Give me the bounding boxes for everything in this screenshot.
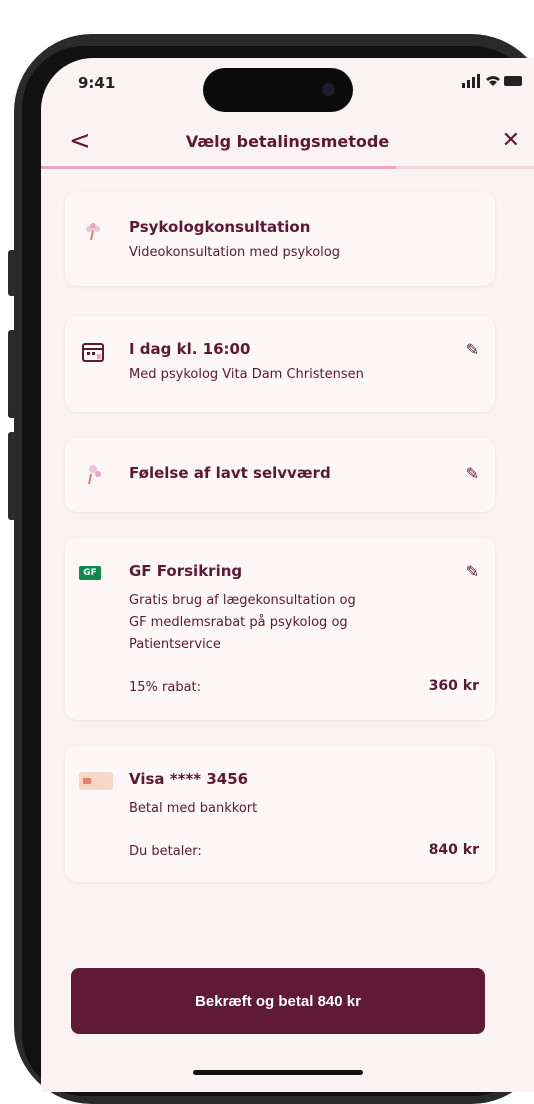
card-title: GF Forsikring (129, 562, 243, 580)
card-subtitle: Med psykolog Vita Dam Christensen (129, 367, 364, 382)
discount-value: 360 kr (428, 678, 479, 694)
status-bar: 9:41 (41, 58, 534, 118)
card-subtitle: Betal med bankkort (129, 801, 258, 816)
screen: 9:41 < Vælg betalingsmetode ✕ Psykologko… (41, 58, 534, 1092)
progress-bar (41, 166, 534, 169)
card-line: Patientservice (129, 637, 221, 652)
phone-side-button (8, 250, 16, 296)
edit-icon[interactable]: ✎ (466, 340, 479, 359)
appointment-card[interactable]: I dag kl. 16:00 ✎ Med psykolog Vita Dam … (65, 316, 495, 412)
thought-icon (79, 462, 107, 486)
navigation-bar: < Vælg betalingsmetode ✕ (41, 118, 534, 166)
card-title: I dag kl. 16:00 (129, 340, 251, 358)
card-icon (79, 772, 113, 790)
edit-icon[interactable]: ✎ (466, 464, 479, 483)
insurance-card[interactable]: GF GF Forsikring ✎ Gratis brug af lægeko… (65, 538, 495, 720)
calendar-icon (79, 340, 107, 364)
card-subtitle: Videokonsultation med psykolog (129, 245, 341, 260)
dynamic-island (203, 68, 353, 112)
service-card[interactable]: Psykologkonsultation Videokonsultation m… (65, 192, 495, 286)
card-title: Følelse af lavt selvværd (129, 464, 331, 482)
page-title: Vælg betalingsmetode (185, 132, 390, 151)
signal-wifi-battery-icon (462, 74, 522, 88)
card-line: Gratis brug af lægekonsultation og (129, 593, 356, 608)
flower-icon (79, 218, 107, 242)
discount-label: 15% rabat: (129, 680, 202, 695)
total-value: 840 kr (428, 842, 479, 858)
status-icons (462, 74, 524, 91)
card-line: GF medlemsrabat på psykolog og (129, 615, 348, 630)
confirm-pay-button[interactable]: Bekræft og betal 840 kr (71, 968, 485, 1034)
phone-side-button (8, 330, 16, 418)
card-title: Psykologkonsultation (129, 218, 311, 236)
home-indicator (193, 1070, 363, 1075)
gf-badge-icon: GF (79, 566, 101, 580)
close-button[interactable]: ✕ (502, 128, 520, 153)
card-title: Visa **** 3456 (129, 770, 249, 788)
payment-card[interactable]: Visa **** 3456 Betal med bankkort Du bet… (65, 746, 495, 882)
status-time: 9:41 (78, 74, 116, 92)
reason-card[interactable]: Følelse af lavt selvværd ✎ (65, 438, 495, 512)
progress-fill (41, 166, 396, 169)
phone-side-button (8, 432, 16, 520)
total-label: Du betaler: (129, 844, 202, 859)
edit-icon[interactable]: ✎ (466, 562, 479, 581)
